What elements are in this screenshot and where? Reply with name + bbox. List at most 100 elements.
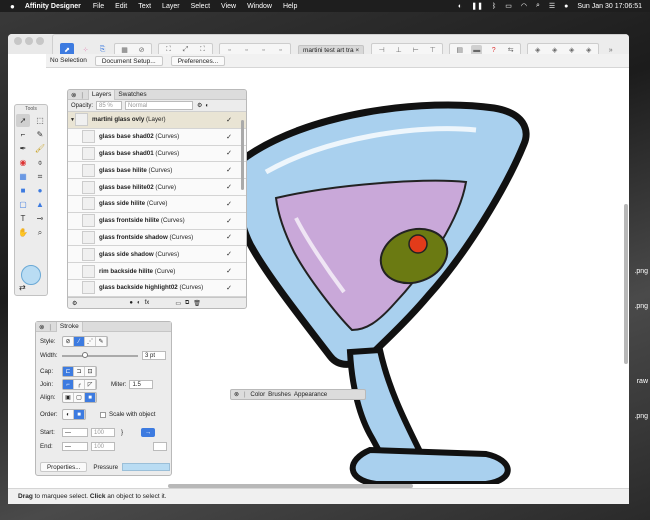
align-center-icon[interactable]: ▢ [74,393,85,402]
tab-layers[interactable]: Layers [87,90,116,100]
desktop-file-label[interactable]: .png [634,303,648,310]
tab-appearance[interactable]: Appearance [294,391,327,398]
rounded-rect-tool-icon[interactable]: ▢ [16,198,30,211]
panel-close-icon[interactable]: ⊗ [71,91,76,99]
notification-icon[interactable]: ● [564,3,568,10]
layer-row[interactable]: glass side hilite (Curve) ✓ [68,195,246,213]
ellipse-tool-icon[interactable]: ● [33,184,47,197]
layer-visibility-checkbox[interactable]: ✓ [226,133,232,141]
pause-icon[interactable]: ❚❚ [471,2,483,10]
arrow-forward-icon[interactable]: → [141,428,156,437]
dashed-stroke-icon[interactable]: ⋰ [85,337,96,346]
menu-view[interactable]: View [221,3,236,10]
tab-color[interactable]: Color [250,391,265,398]
brush-stroke-icon[interactable]: ✎ [96,337,107,346]
width-slider[interactable] [62,351,138,358]
pressure-curve-button[interactable] [122,463,171,471]
round-cap-icon[interactable]: ⊐ [74,367,85,376]
panel-grip-icon[interactable]: ❘ [79,91,84,99]
panel-grip-icon[interactable]: ❘ [242,391,247,398]
round-join-icon[interactable]: ╭ [74,380,85,389]
start-scale-field[interactable]: 100 [91,428,115,437]
butt-cap-icon[interactable]: ⊏ [63,367,74,376]
expand-triangle-icon[interactable]: ▼ [70,117,75,123]
align-outside-icon[interactable]: ■ [85,393,96,402]
vertical-scrollbar[interactable] [624,204,628,364]
menu-text[interactable]: Text [138,3,151,10]
brush-tool-icon[interactable]: 🖌 [33,142,47,155]
swap-colors-icon[interactable]: ⇄ [19,283,26,292]
blend-mode-select[interactable]: Normal [125,101,194,110]
width-field[interactable]: 3 pt [142,351,166,360]
menu-layer[interactable]: Layer [162,3,180,10]
scale-with-object-checkbox[interactable] [100,411,106,418]
gradient-tool-icon[interactable]: ⌽ [33,156,47,169]
visibility-icon[interactable]: ◐ [205,103,209,109]
layer-visibility-checkbox[interactable]: ✓ [226,200,232,208]
fx-icon[interactable]: fx [145,300,150,306]
wifi-icon[interactable]: ◠ [521,2,527,10]
end-arrowhead-select[interactable]: — [62,442,88,451]
rectangle-tool-icon[interactable]: ■ [16,184,30,197]
arrow-preview-box[interactable] [153,442,167,451]
solid-stroke-icon[interactable]: ⁄ [74,337,85,346]
square-cap-icon[interactable]: ⊡ [85,367,96,376]
end-scale-field[interactable]: 100 [91,442,115,451]
layer-visibility-checkbox[interactable]: ✓ [226,267,232,275]
control-center-icon[interactable]: ☰ [549,2,555,10]
triangle-tool-icon[interactable]: ▲ [33,198,47,211]
layer-row[interactable]: glass base shad02 (Curves) ✓ [68,128,246,146]
opacity-field[interactable]: 85 % [96,101,123,110]
pencil-tool-icon[interactable]: ✎ [33,128,47,141]
close-window-button[interactable] [14,37,22,45]
tab-brushes[interactable]: Brushes [268,391,291,398]
layer-visibility-checkbox[interactable]: ✓ [226,116,232,124]
panel-close-icon[interactable]: ⊗ [39,323,44,331]
layer-row[interactable]: glass frontside shadow (Curves) ✓ [68,229,246,247]
transparency-tool-icon[interactable]: ▦ [16,170,30,183]
menu-select[interactable]: Select [191,3,210,10]
zoom-tool-icon[interactable]: ⌕ [33,226,47,239]
properties-button[interactable]: Properties... [40,462,88,472]
stroke-behind-icon[interactable]: ◐ [63,410,74,419]
desktop-file-label[interactable]: .png [634,268,648,275]
layer-row[interactable]: glass base hilite (Curves) ✓ [68,162,246,180]
hand-tool-icon[interactable]: ✋ [16,226,30,239]
menu-help[interactable]: Help [283,3,297,10]
layer-visibility-checkbox[interactable]: ✓ [226,233,232,241]
menubar-clock[interactable]: Sun Jan 30 17:06:51 [577,3,642,10]
layers-settings-icon[interactable]: ⚙ [72,300,77,307]
stroke-front-icon[interactable]: ■ [74,410,85,419]
search-icon[interactable]: ⌕ [536,2,540,10]
align-inside-icon[interactable]: ▣ [63,393,74,402]
layer-row[interactable]: ▼ martini glass ovly (Layer) ✓ [68,112,246,129]
layer-visibility-checkbox[interactable]: ✓ [226,284,232,292]
node-tool-icon[interactable]: ⬚ [33,114,47,127]
app-menu[interactable]: Affinity Designer [25,3,81,10]
document-setup-button[interactable]: Document Setup... [94,55,163,66]
corner-tool-icon[interactable]: ⌐ [16,128,30,141]
mask-icon[interactable]: ● [129,300,133,306]
layer-row[interactable]: glass frontside hilite (Curves) ✓ [68,212,246,230]
battery-icon[interactable]: ▭ [505,2,512,10]
width-slider-knob[interactable] [81,351,88,358]
menu-edit[interactable]: Edit [115,3,127,10]
color-well[interactable] [21,265,41,285]
layer-visibility-checkbox[interactable]: ✓ [226,166,232,174]
move-tool-icon[interactable]: ➚ [16,114,30,127]
pen-tool-icon[interactable]: ✒ [16,142,30,155]
bluetooth-icon[interactable]: ᛒ [492,3,496,10]
layer-row[interactable]: glass base shad01 (Curves) ✓ [68,145,246,163]
layer-row[interactable]: glass backside highlight02 (Curves) ✓ [68,279,246,297]
layer-visibility-checkbox[interactable]: ✓ [226,217,232,225]
layer-row[interactable]: glass base hilite02 (Curve) ✓ [68,179,246,196]
layers-scrollbar[interactable] [241,120,244,190]
layer-visibility-checkbox[interactable]: ✓ [226,183,232,191]
add-layer-icon[interactable]: ▭ [175,300,181,307]
layer-settings-icon[interactable]: ⚙ [197,102,202,109]
menu-file[interactable]: File [93,3,104,10]
tab-swatches[interactable]: Swatches [115,90,149,100]
miter-join-icon[interactable]: ⌐ [63,380,74,389]
preferences-button[interactable]: Preferences... [170,55,226,66]
minimize-window-button[interactable] [25,37,33,45]
